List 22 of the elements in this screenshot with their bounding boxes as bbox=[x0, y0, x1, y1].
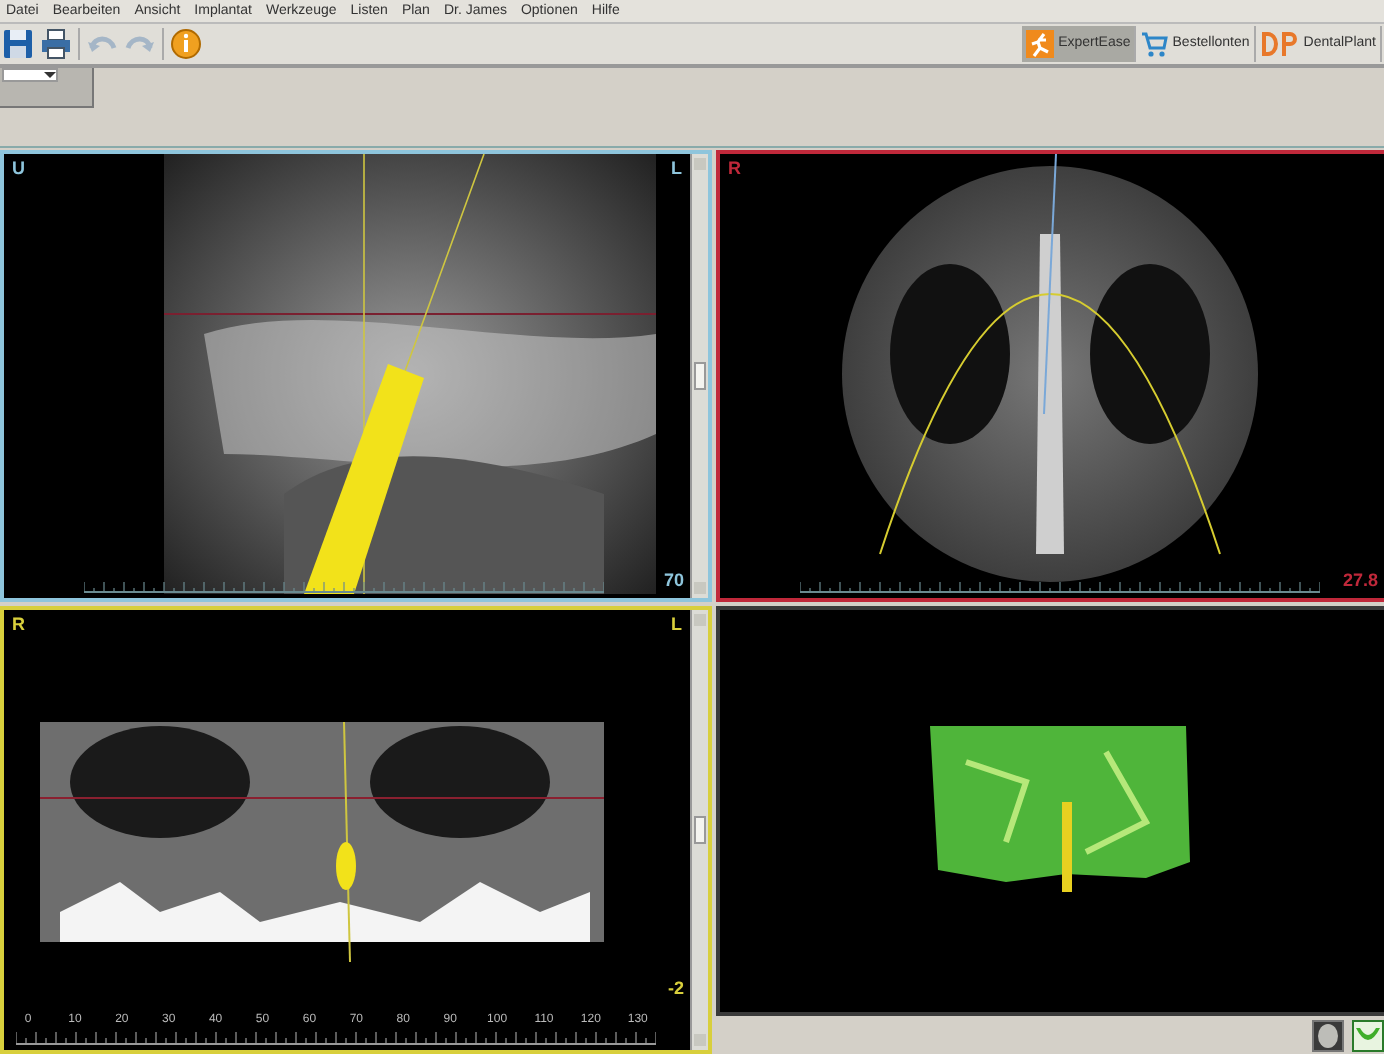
scrollbar[interactable] bbox=[690, 154, 708, 598]
slice-reading: 27.8 bbox=[1342, 567, 1378, 593]
scrollbar[interactable] bbox=[690, 610, 708, 1050]
slice-reading: -2 bbox=[667, 975, 684, 1001]
dp-logo-icon bbox=[1259, 30, 1300, 58]
slice-reading: 70 bbox=[663, 567, 684, 593]
skull-thumbnail[interactable] bbox=[1312, 1019, 1344, 1051]
info-icon[interactable] bbox=[170, 28, 202, 60]
save-icon[interactable] bbox=[2, 28, 34, 60]
running-figure-icon bbox=[1026, 30, 1055, 58]
viewport-panel[interactable] bbox=[716, 606, 1384, 1016]
printer-icon[interactable] bbox=[40, 28, 72, 60]
jaw-thumbnail[interactable] bbox=[1352, 1019, 1384, 1051]
cart-icon bbox=[1140, 30, 1169, 58]
orientation-label: L bbox=[671, 156, 682, 182]
orientation-label: L bbox=[671, 612, 682, 638]
viewport-panel[interactable]: U L 70 bbox=[0, 150, 712, 602]
orientation-label: R bbox=[12, 612, 25, 638]
viewport-panel[interactable]: R 27.8 bbox=[716, 150, 1384, 602]
orientation-label: U bbox=[12, 156, 25, 182]
orientation-label: R bbox=[728, 156, 741, 182]
dropdown-field[interactable] bbox=[2, 68, 58, 82]
